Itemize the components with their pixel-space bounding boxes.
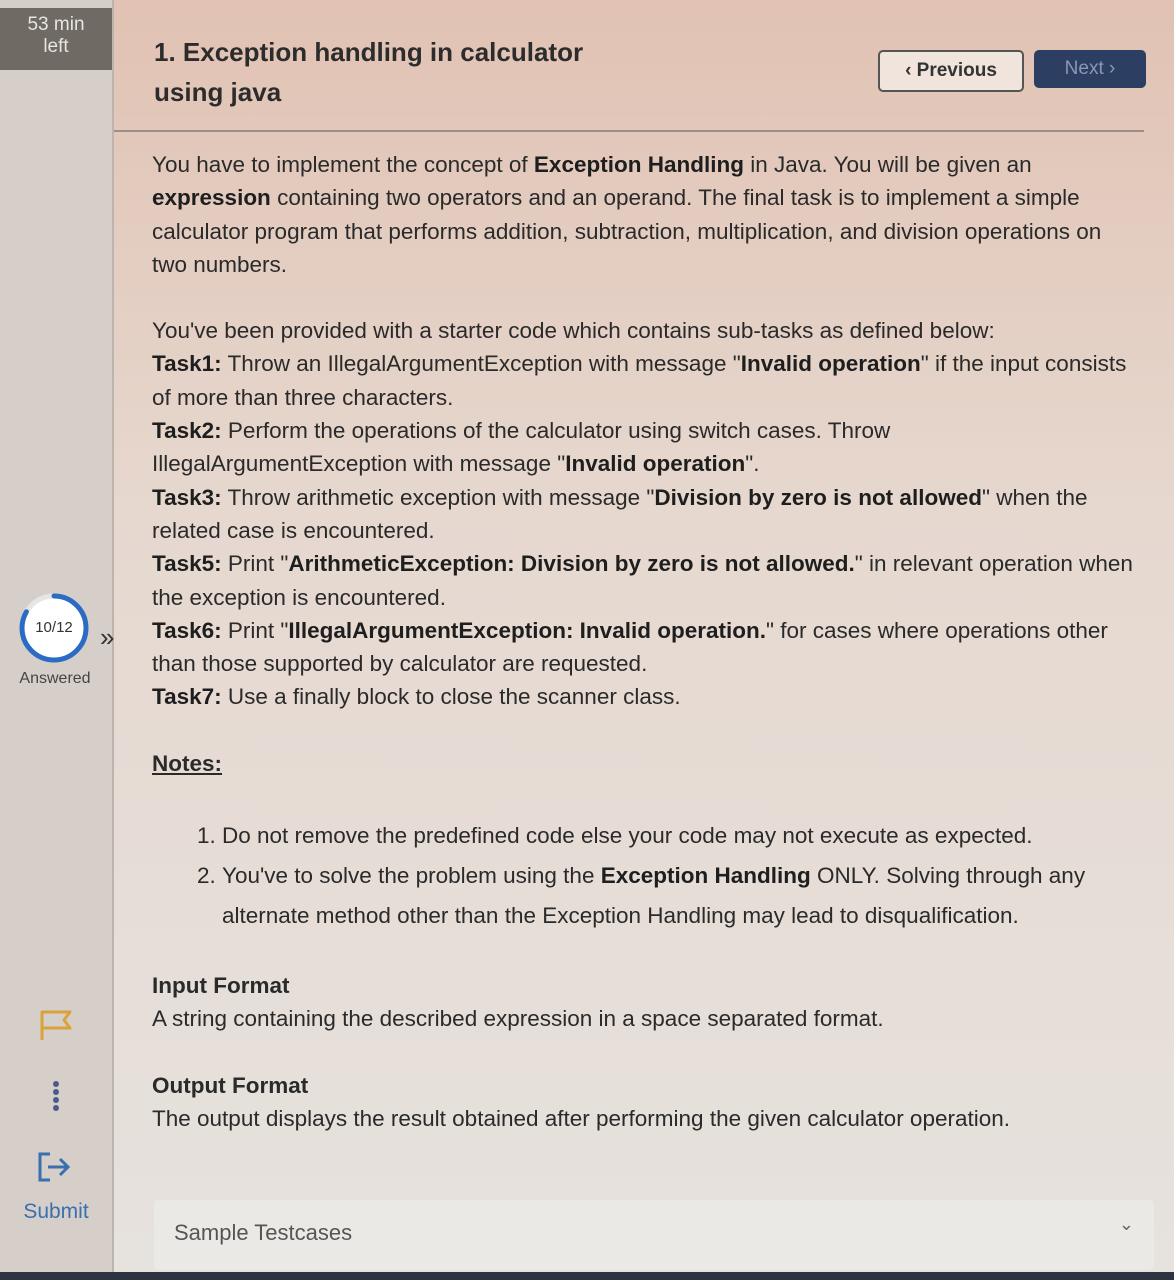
input-format-heading: Input Format — [152, 973, 290, 999]
chevron-right-icon: › — [1103, 58, 1116, 79]
note-text: You've to solve the problem using the — [222, 863, 601, 889]
timer: 53 min left — [0, 8, 112, 70]
previous-button[interactable]: ‹ Previous — [878, 50, 1024, 92]
timer-unit: left — [43, 36, 69, 57]
intro-text: containing two operators and an operand.… — [152, 185, 1102, 277]
submit-icon[interactable] — [36, 1150, 76, 1189]
intro-bold: Exception Handling — [533, 152, 744, 177]
output-format-text: The output displays the result obtained … — [152, 1105, 1011, 1131]
note-bold: Exception Handling — [600, 863, 811, 889]
header-divider — [114, 130, 1144, 132]
sidebar: 53 min left 10/12 Answered » Submit — [0, 0, 114, 1280]
input-format-text: A string containing the described expres… — [152, 1006, 884, 1032]
intro-text: You have to implement the concept of — [152, 152, 534, 177]
submit-button[interactable]: Submit — [0, 1200, 112, 1224]
previous-label: Previous — [916, 60, 997, 81]
progress-ring: 10/12 — [18, 592, 90, 664]
list-item: Do not remove the predefined code else y… — [222, 816, 1142, 856]
task-2: Task2: Perform the operations of the cal… — [152, 414, 1142, 481]
task-bold: Division by zero is not allowed — [654, 484, 982, 510]
task-bold: IllegalArgumentException: Invalid operat… — [288, 617, 766, 643]
task-text: Perform the operations of the calculator… — [152, 418, 891, 477]
double-chevron-right-icon[interactable]: » — [100, 622, 114, 653]
notes-list: Do not remove the predefined code else y… — [152, 816, 1142, 936]
output-format-heading: Output Format — [152, 1072, 309, 1098]
task-label: Task3: — [152, 484, 222, 510]
task-label: Task5: — [152, 551, 222, 577]
task-bold: Invalid operation — [565, 451, 746, 477]
next-label: Next — [1064, 58, 1104, 79]
task-label: Task7: — [152, 684, 222, 710]
progress-status: Answered — [19, 670, 91, 687]
task-text: Print " — [221, 551, 289, 577]
task-1: Task1: Throw an IllegalArgumentException… — [152, 347, 1142, 414]
sample-testcases-accordion[interactable]: Sample Testcases ⌄ — [154, 1200, 1154, 1270]
task-label: Task1: — [152, 351, 222, 377]
intro-paragraph: You have to implement the concept of Exc… — [152, 148, 1142, 281]
task-label: Task2: — [152, 418, 222, 444]
list-item: You've to solve the problem using the Ex… — [222, 856, 1142, 936]
problem-statement: You have to implement the concept of Exc… — [152, 148, 1142, 1135]
sample-testcases-label: Sample Testcases — [174, 1220, 353, 1245]
task-6: Task6: Print "IllegalArgumentException: … — [152, 614, 1142, 681]
task-5: Task5: Print "ArithmeticException: Divis… — [152, 547, 1142, 614]
tasks-lead: You've been provided with a starter code… — [152, 318, 995, 344]
task-3: Task3: Throw arithmetic exception with m… — [152, 481, 1142, 548]
flag-icon[interactable] — [38, 1008, 74, 1047]
task-text: ". — [745, 451, 760, 477]
task-label: Task6: — [152, 617, 222, 643]
intro-bold: expression — [152, 185, 271, 211]
chevron-left-icon: ‹ — [905, 60, 917, 81]
title-line-1: 1. Exception handling in calculator — [154, 37, 584, 67]
timer-value: 53 min — [27, 14, 85, 35]
task-bold: Invalid operation — [740, 351, 921, 377]
chevron-down-icon[interactable]: ⌄ — [1119, 1214, 1134, 1235]
task-text: Print " — [221, 617, 289, 643]
more-vertical-icon[interactable] — [50, 1080, 62, 1117]
task-text: Throw an IllegalArgumentException with m… — [221, 351, 741, 377]
next-button[interactable]: Next › — [1034, 50, 1146, 88]
title-line-2: using java — [154, 77, 282, 107]
page-title: 1. Exception handling in calculator usin… — [154, 32, 634, 112]
intro-text: in Java. You will be given an — [743, 152, 1032, 177]
task-7: Task7: Use a finally block to close the … — [152, 680, 1142, 713]
bottom-bar — [0, 1272, 1174, 1280]
task-bold: ArithmeticException: Division by zero is… — [288, 551, 855, 577]
question-panel: 1. Exception handling in calculator usin… — [114, 0, 1174, 1280]
progress-count: 10/12 — [35, 619, 73, 636]
task-text: Throw arithmetic exception with message … — [221, 484, 655, 510]
task-text: Use a finally block to close the scanner… — [221, 684, 681, 710]
notes-heading: Notes: — [152, 750, 223, 776]
